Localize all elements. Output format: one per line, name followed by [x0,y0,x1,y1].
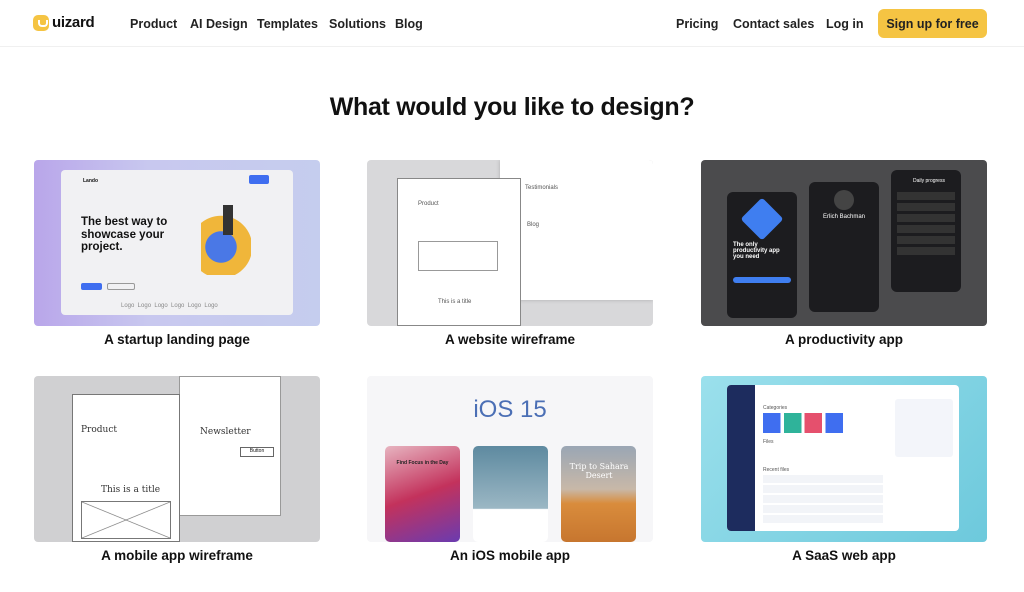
template-card-ios[interactable]: iOS 15 Find Focus in the Day Trip to Sah… [367,376,653,542]
page-title: What would you like to design? [329,93,695,121]
logo-icon [33,14,49,31]
profile-name: Erlich Bachman [822,214,866,220]
card-label[interactable]: A productivity app [701,332,987,347]
preview-logos: Logo Logo Logo Logo Logo Logo [121,303,218,309]
card-label[interactable]: A SaaS web app [701,548,987,563]
avatar [834,190,854,210]
preview-3d-illustration [201,205,251,275]
nav-contact-sales[interactable]: Contact sales [733,17,814,31]
wireframe-screen-2: Newsletter Button [179,376,281,516]
saas-files: Files [763,439,774,445]
nav-solutions[interactable]: Solutions [329,17,386,31]
preview-button [249,175,269,184]
saas-file-list [763,475,883,525]
wf-newsletter: Newsletter [200,427,251,437]
ios-title: iOS 15 [473,396,547,423]
phone1-headline: The only productivity app you need [733,242,780,260]
wireframe-page-right: Testimonials Blog [500,160,653,300]
ios-screen-focus: Find Focus in the Day [385,446,460,542]
nav-blog[interactable]: Blog [395,17,423,31]
brand-logo[interactable]: uizard [33,14,95,31]
cube-illustration [740,197,784,241]
progress-title: Daily progress [913,178,945,184]
card-label[interactable]: An iOS mobile app [367,548,653,563]
card-label[interactable]: A startup landing page [34,332,320,347]
template-card-mobile-wireframe[interactable]: Newsletter Button Product This is a titl… [34,376,320,542]
template-card-saas[interactable]: Categories Files Recent files [701,376,987,542]
template-card-landing[interactable]: Lando The best way to showcase your proj… [34,160,320,326]
top-nav: uizard Product AI Design Templates Solut… [0,0,1024,47]
preview-cta2 [107,283,135,290]
card-label[interactable]: A website wireframe [367,332,653,347]
nav-login[interactable]: Log in [826,17,864,31]
preview-cta [81,283,102,290]
wireframe-page-left: Product This is a title [397,178,521,326]
nav-templates[interactable]: Templates [257,17,318,31]
brand-name: uizard [52,14,95,31]
phone-2: Erlich Bachman [809,182,879,312]
phone-1: The only productivity app you need [727,192,797,318]
wf-image-placeholder [81,501,171,539]
nav-ai-design[interactable]: AI Design [190,17,248,31]
wf-button: Button [240,447,274,457]
sahara-title: Trip to Sahara Desert [569,462,629,480]
preview-headline: The best way to showcase your project. [81,216,168,253]
landing-preview: Lando The best way to showcase your proj… [61,170,293,315]
wf-image-row [418,241,498,271]
saas-categories: Categories [763,405,788,411]
nav-pricing[interactable]: Pricing [676,17,718,31]
saas-preview: Categories Files Recent files [727,385,959,531]
template-card-productivity[interactable]: The only productivity app you need Erlic… [701,160,987,326]
preview-brand: Lando [83,178,98,184]
saas-recent-files: Recent files [763,467,790,473]
wf-footer-title: This is a title [438,299,472,305]
phone1-button [733,277,791,283]
card-label[interactable]: A mobile app wireframe [34,548,320,563]
wf-product: Product [418,201,439,207]
ios-screen-sahara: Trip to Sahara Desert [561,446,636,542]
focus-title: Find Focus in the Day [396,460,449,466]
wf-blog: Blog [527,222,540,228]
task-list [897,192,955,258]
saas-sidebar [727,385,755,531]
wf-product: Product [81,425,117,435]
signup-button[interactable]: Sign up for free [878,9,987,38]
saas-category-tiles [763,413,843,433]
wf-title: This is a title [101,485,161,495]
wf-testimonials: Testimonials [525,185,559,191]
phone-3: Daily progress [891,170,961,292]
ios-screen-statue [473,446,548,542]
saas-upload-panel [895,399,953,457]
template-card-website-wireframe[interactable]: Testimonials Blog Product This is a titl… [367,160,653,326]
wireframe-screen-1: Product This is a title [72,394,180,542]
nav-product[interactable]: Product [130,17,177,31]
